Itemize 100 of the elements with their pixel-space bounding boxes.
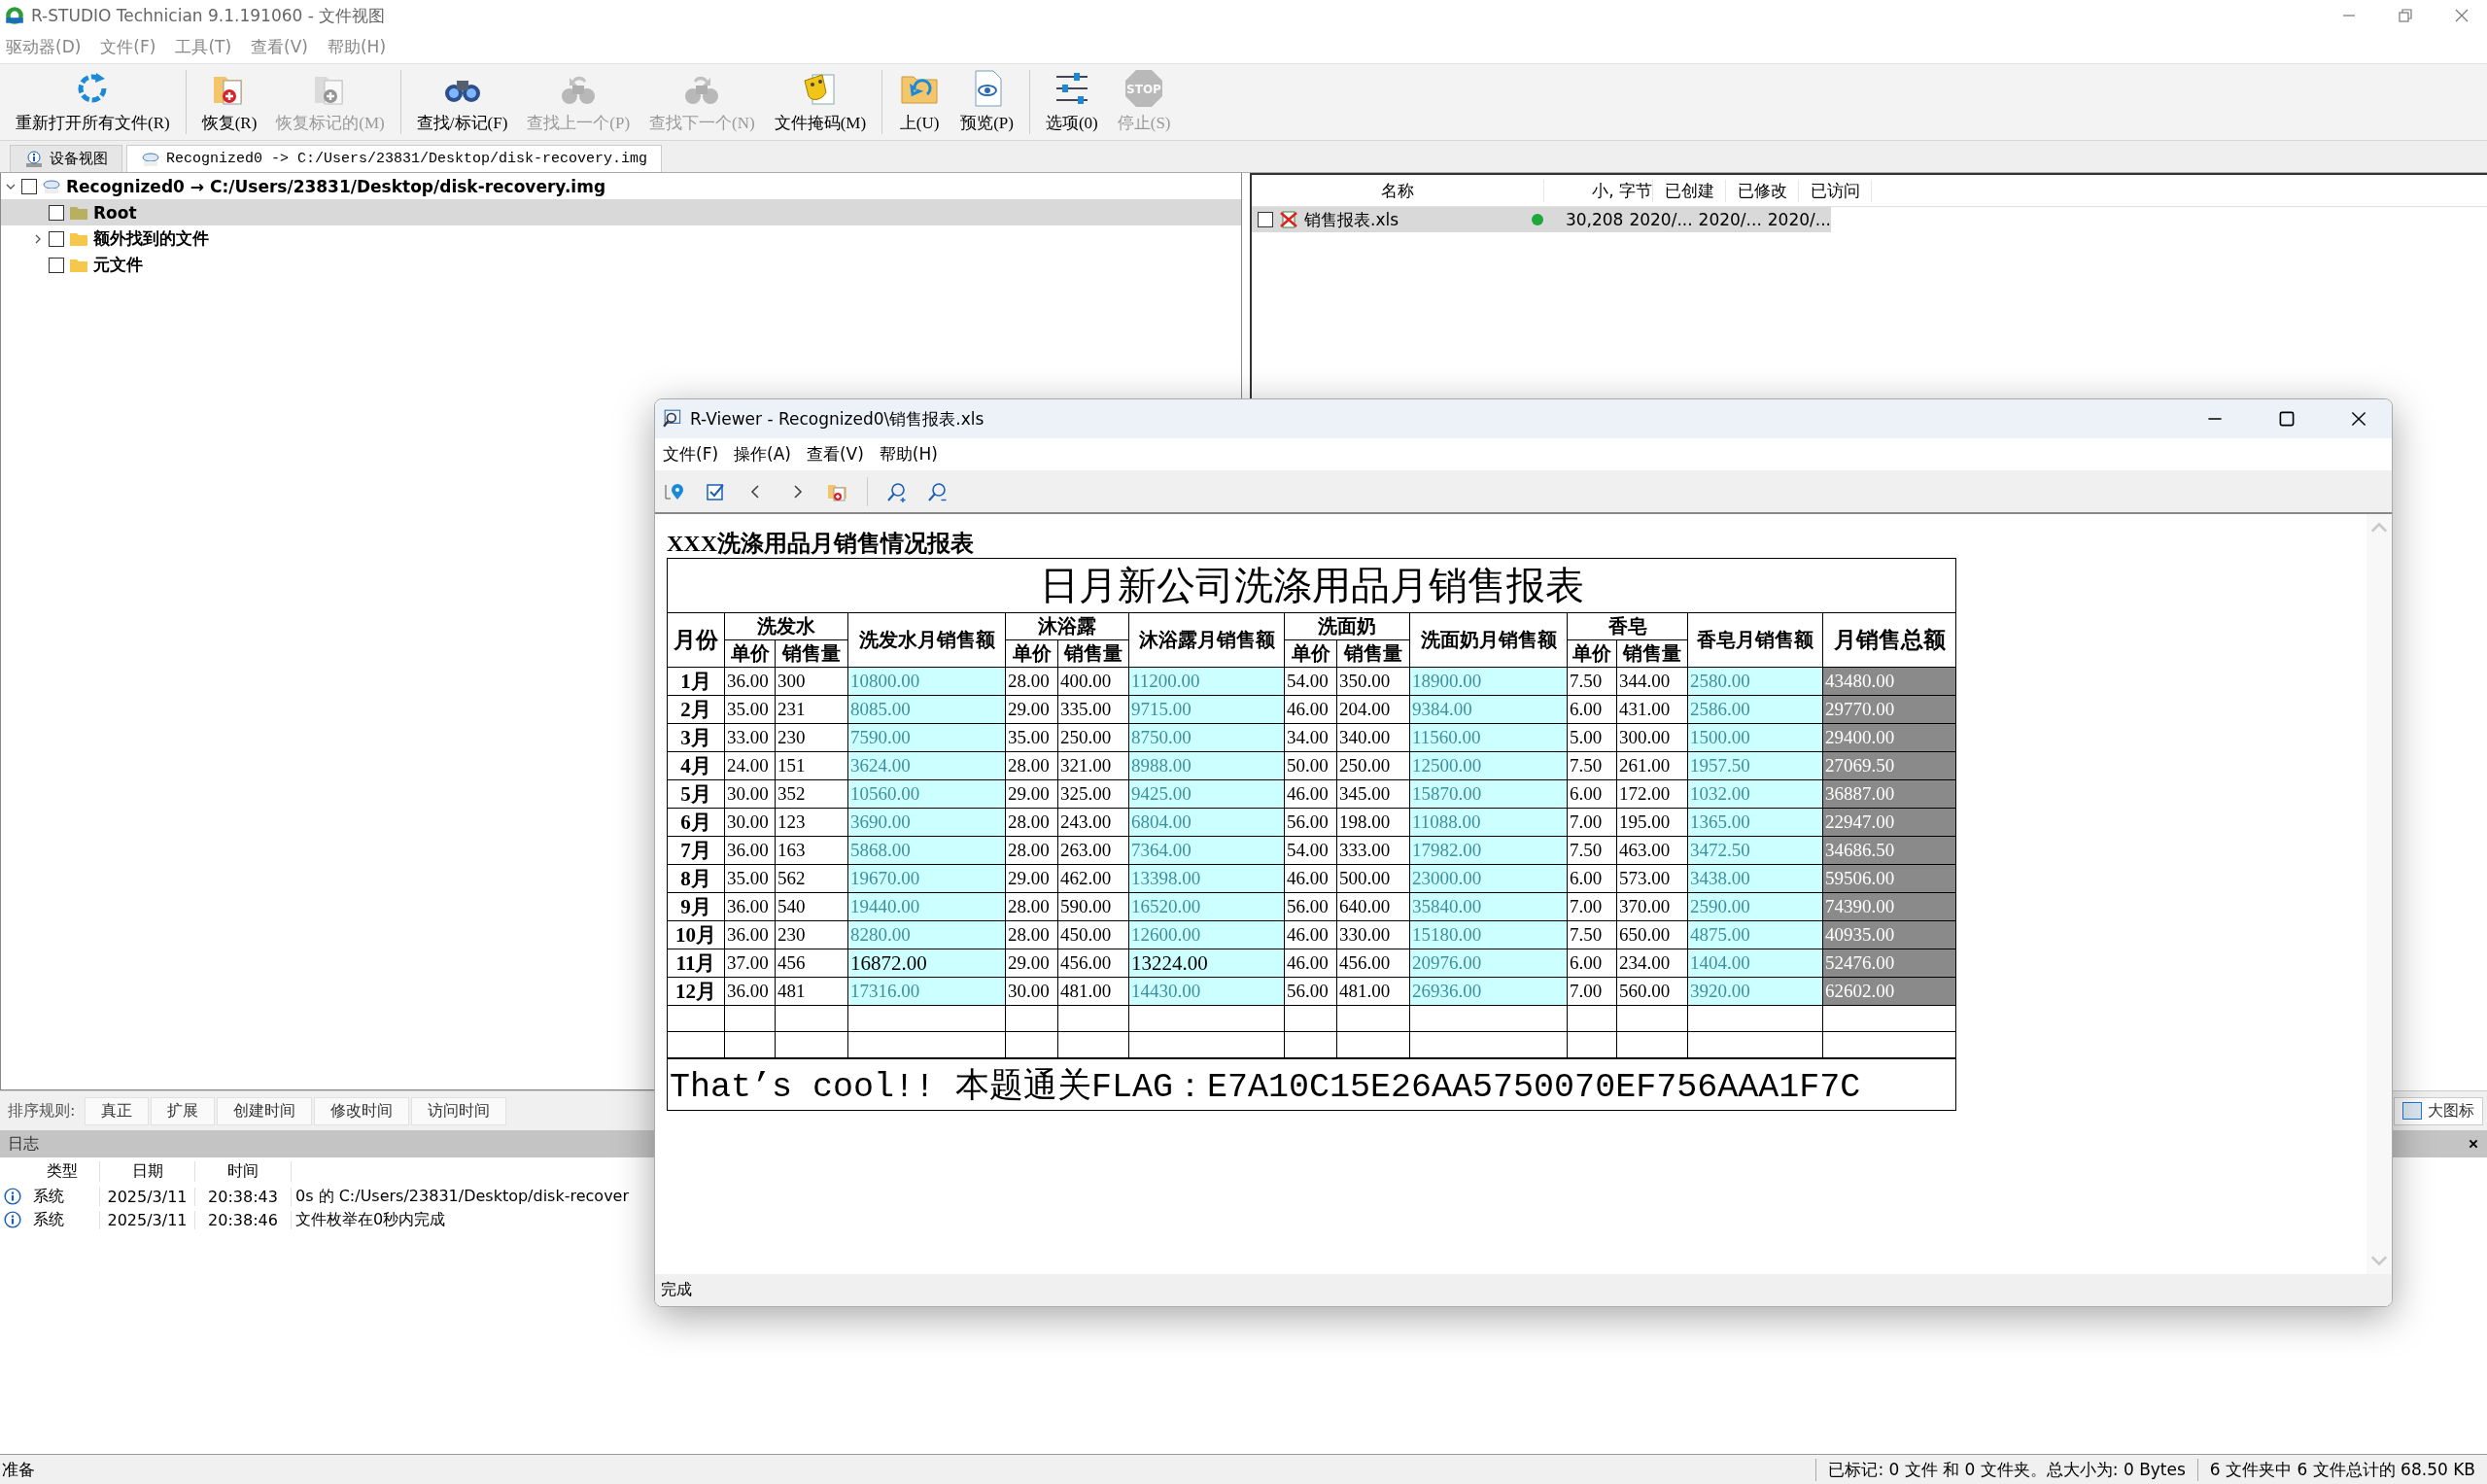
checkbox[interactable]: [49, 204, 64, 221]
column-header[interactable]: 小, 字节: [1574, 179, 1653, 202]
menu-item[interactable]: 驱动器(D): [6, 36, 82, 58]
table-cell: 54.00: [1284, 667, 1337, 696]
sort-button[interactable]: 真正: [85, 1096, 150, 1125]
table-cell: 7.00: [1567, 977, 1617, 1006]
table-cell: 35.00: [724, 864, 776, 893]
column-header[interactable]: 类型: [25, 1160, 99, 1182]
table-cell-text: 系统: [32, 1186, 65, 1207]
table-cell: 321.00: [1057, 751, 1129, 780]
table-cell: 6.00: [1567, 864, 1617, 893]
checkbox[interactable]: [49, 230, 64, 247]
menu-item[interactable]: 查看(V): [806, 443, 864, 466]
column-header[interactable]: 已修改: [1726, 179, 1799, 202]
table-cell: 28.00: [1005, 751, 1058, 780]
menu-item[interactable]: 文件(F): [663, 443, 719, 466]
tree-item[interactable]: Recognized0 → C:/Users/23831/Desktop/disk-recovery.img: [1, 173, 1241, 199]
tree-item[interactable]: 元文件: [1, 252, 1241, 278]
sort-button[interactable]: 创建时间: [217, 1096, 313, 1125]
table-cell: 15870.00: [1409, 779, 1568, 809]
toolbar-button[interactable]: 选项(0): [1035, 64, 1108, 140]
sort-button[interactable]: 修改时间: [314, 1096, 410, 1125]
checkbox[interactable]: [21, 178, 37, 194]
table-cell: 333.00: [1336, 836, 1410, 865]
menu-item[interactable]: 工具(T): [175, 36, 232, 58]
checkbox[interactable]: [49, 257, 64, 273]
table-cell: 40935.00: [1822, 920, 1956, 949]
toolbar-button[interactable]: 文件掩码(M): [764, 64, 877, 140]
row-header: 2月: [667, 695, 725, 724]
file-row[interactable]: 销售报表.xls 30,208 2020/... 2020/... 2020/...: [1252, 207, 1831, 232]
table-cell: 28.00: [1005, 808, 1058, 837]
sort-button[interactable]: 访问时间: [411, 1096, 507, 1125]
flag-text: That’s cool!! 本题通关FLAG：E7A10C15E26AA5750070EF756AAA1F7C: [667, 1058, 1956, 1111]
toolbar-button[interactable]: 重新打开所有文件(R): [6, 64, 180, 140]
table-cell: 481.00: [1336, 977, 1410, 1006]
column-header[interactable]: 名称: [1252, 179, 1544, 202]
table-cell: 2590.00: [1687, 892, 1823, 921]
row-header: 3月: [667, 723, 725, 752]
large-icons-checkbox[interactable]: 大图标: [2394, 1096, 2483, 1125]
table-cell: 198.00: [1336, 808, 1410, 837]
menu-item[interactable]: 文件(F): [100, 36, 156, 58]
checkbox[interactable]: [1258, 212, 1273, 227]
table-cell: 35.00: [724, 695, 776, 724]
info-icon: [4, 1211, 21, 1228]
table-cell: 7.50: [1567, 751, 1617, 780]
menu-item[interactable]: 操作(A): [734, 443, 791, 466]
table-cell: 11088.00: [1409, 808, 1568, 837]
toolbar-button[interactable]: 预览(P): [950, 64, 1023, 140]
table-cell: 3472.50: [1687, 836, 1823, 865]
table-cell: 3690.00: [847, 808, 1006, 837]
zoom-in-icon[interactable]: [885, 480, 909, 503]
table-cell: 261.00: [1616, 751, 1688, 780]
status-text: 完成: [661, 1280, 692, 1300]
table-cell: 56.00: [1284, 808, 1337, 837]
sheet-caption: XXX洗涤用品月销售情况报表: [667, 530, 975, 558]
column-header[interactable]: 已访问: [1799, 179, 1872, 202]
table-cell: 163: [775, 836, 848, 865]
table-cell-text: 30,208: [1564, 210, 1624, 229]
table-cell: 16872.00: [847, 949, 1006, 978]
table-cell: 1500.00: [1687, 723, 1823, 752]
menu-item[interactable]: 查看(V): [251, 36, 308, 58]
app-logo-icon: [4, 5, 25, 26]
table-cell: 7.00: [1567, 892, 1617, 921]
menu-item[interactable]: 帮助(H): [879, 443, 938, 466]
toolbar-button[interactable]: 上(U): [888, 64, 951, 140]
table-cell: 243.00: [1057, 808, 1129, 837]
toolbar-button[interactable]: 恢复(R): [191, 64, 267, 140]
table-cell: 23000.00: [1409, 864, 1568, 893]
column-header[interactable]: 时间: [194, 1160, 292, 1182]
sort-button[interactable]: 扩展: [151, 1096, 216, 1125]
table-cell: 7.00: [1567, 808, 1617, 837]
table-cell: 562: [775, 864, 848, 893]
table-cell-text: 0s 的 C:/Users/23831/Desktop/disk-recover: [294, 1186, 630, 1207]
column-header: 月份: [667, 612, 725, 668]
tab[interactable]: Recognized0 -> C:/Users/23831/Desktop/disk-recovery.img: [126, 145, 663, 172]
close-icon[interactable]: [2468, 1138, 2479, 1150]
table-cell: 15180.00: [1409, 920, 1568, 949]
table-cell: 20:38:46: [194, 1210, 292, 1229]
table-cell: 450.00: [1057, 920, 1129, 949]
table-cell: 22947.00: [1822, 808, 1956, 837]
tab[interactable]: 设备视图: [10, 145, 122, 172]
column-header[interactable]: 已创建: [1653, 179, 1726, 202]
menu-item[interactable]: 帮助(H): [327, 36, 387, 58]
tree-item[interactable]: 额外找到的文件: [1, 225, 1241, 252]
restore-icon[interactable]: [2396, 6, 2415, 25]
toolbar-button[interactable]: 查找/标记(F): [406, 64, 518, 140]
column-header[interactable]: 日期: [99, 1160, 194, 1182]
table-cell: 29770.00: [1822, 695, 1956, 724]
column-header: 沐浴露: [1005, 612, 1129, 640]
table-cell: 9425.00: [1128, 779, 1285, 809]
table-cell: 481.00: [1057, 977, 1129, 1006]
zoom-out-icon[interactable]: [926, 480, 950, 503]
table-cell: 8988.00: [1128, 751, 1285, 780]
tree-item[interactable]: Root: [1, 199, 1241, 225]
row-header: 4月: [667, 751, 725, 780]
column-header: 月销售总额: [1822, 612, 1956, 668]
table-cell: 6.00: [1567, 949, 1617, 978]
column-header: 香皂月销售额: [1687, 612, 1823, 668]
table-cell: 6804.00: [1128, 808, 1285, 837]
table-cell: 8280.00: [847, 920, 1006, 949]
